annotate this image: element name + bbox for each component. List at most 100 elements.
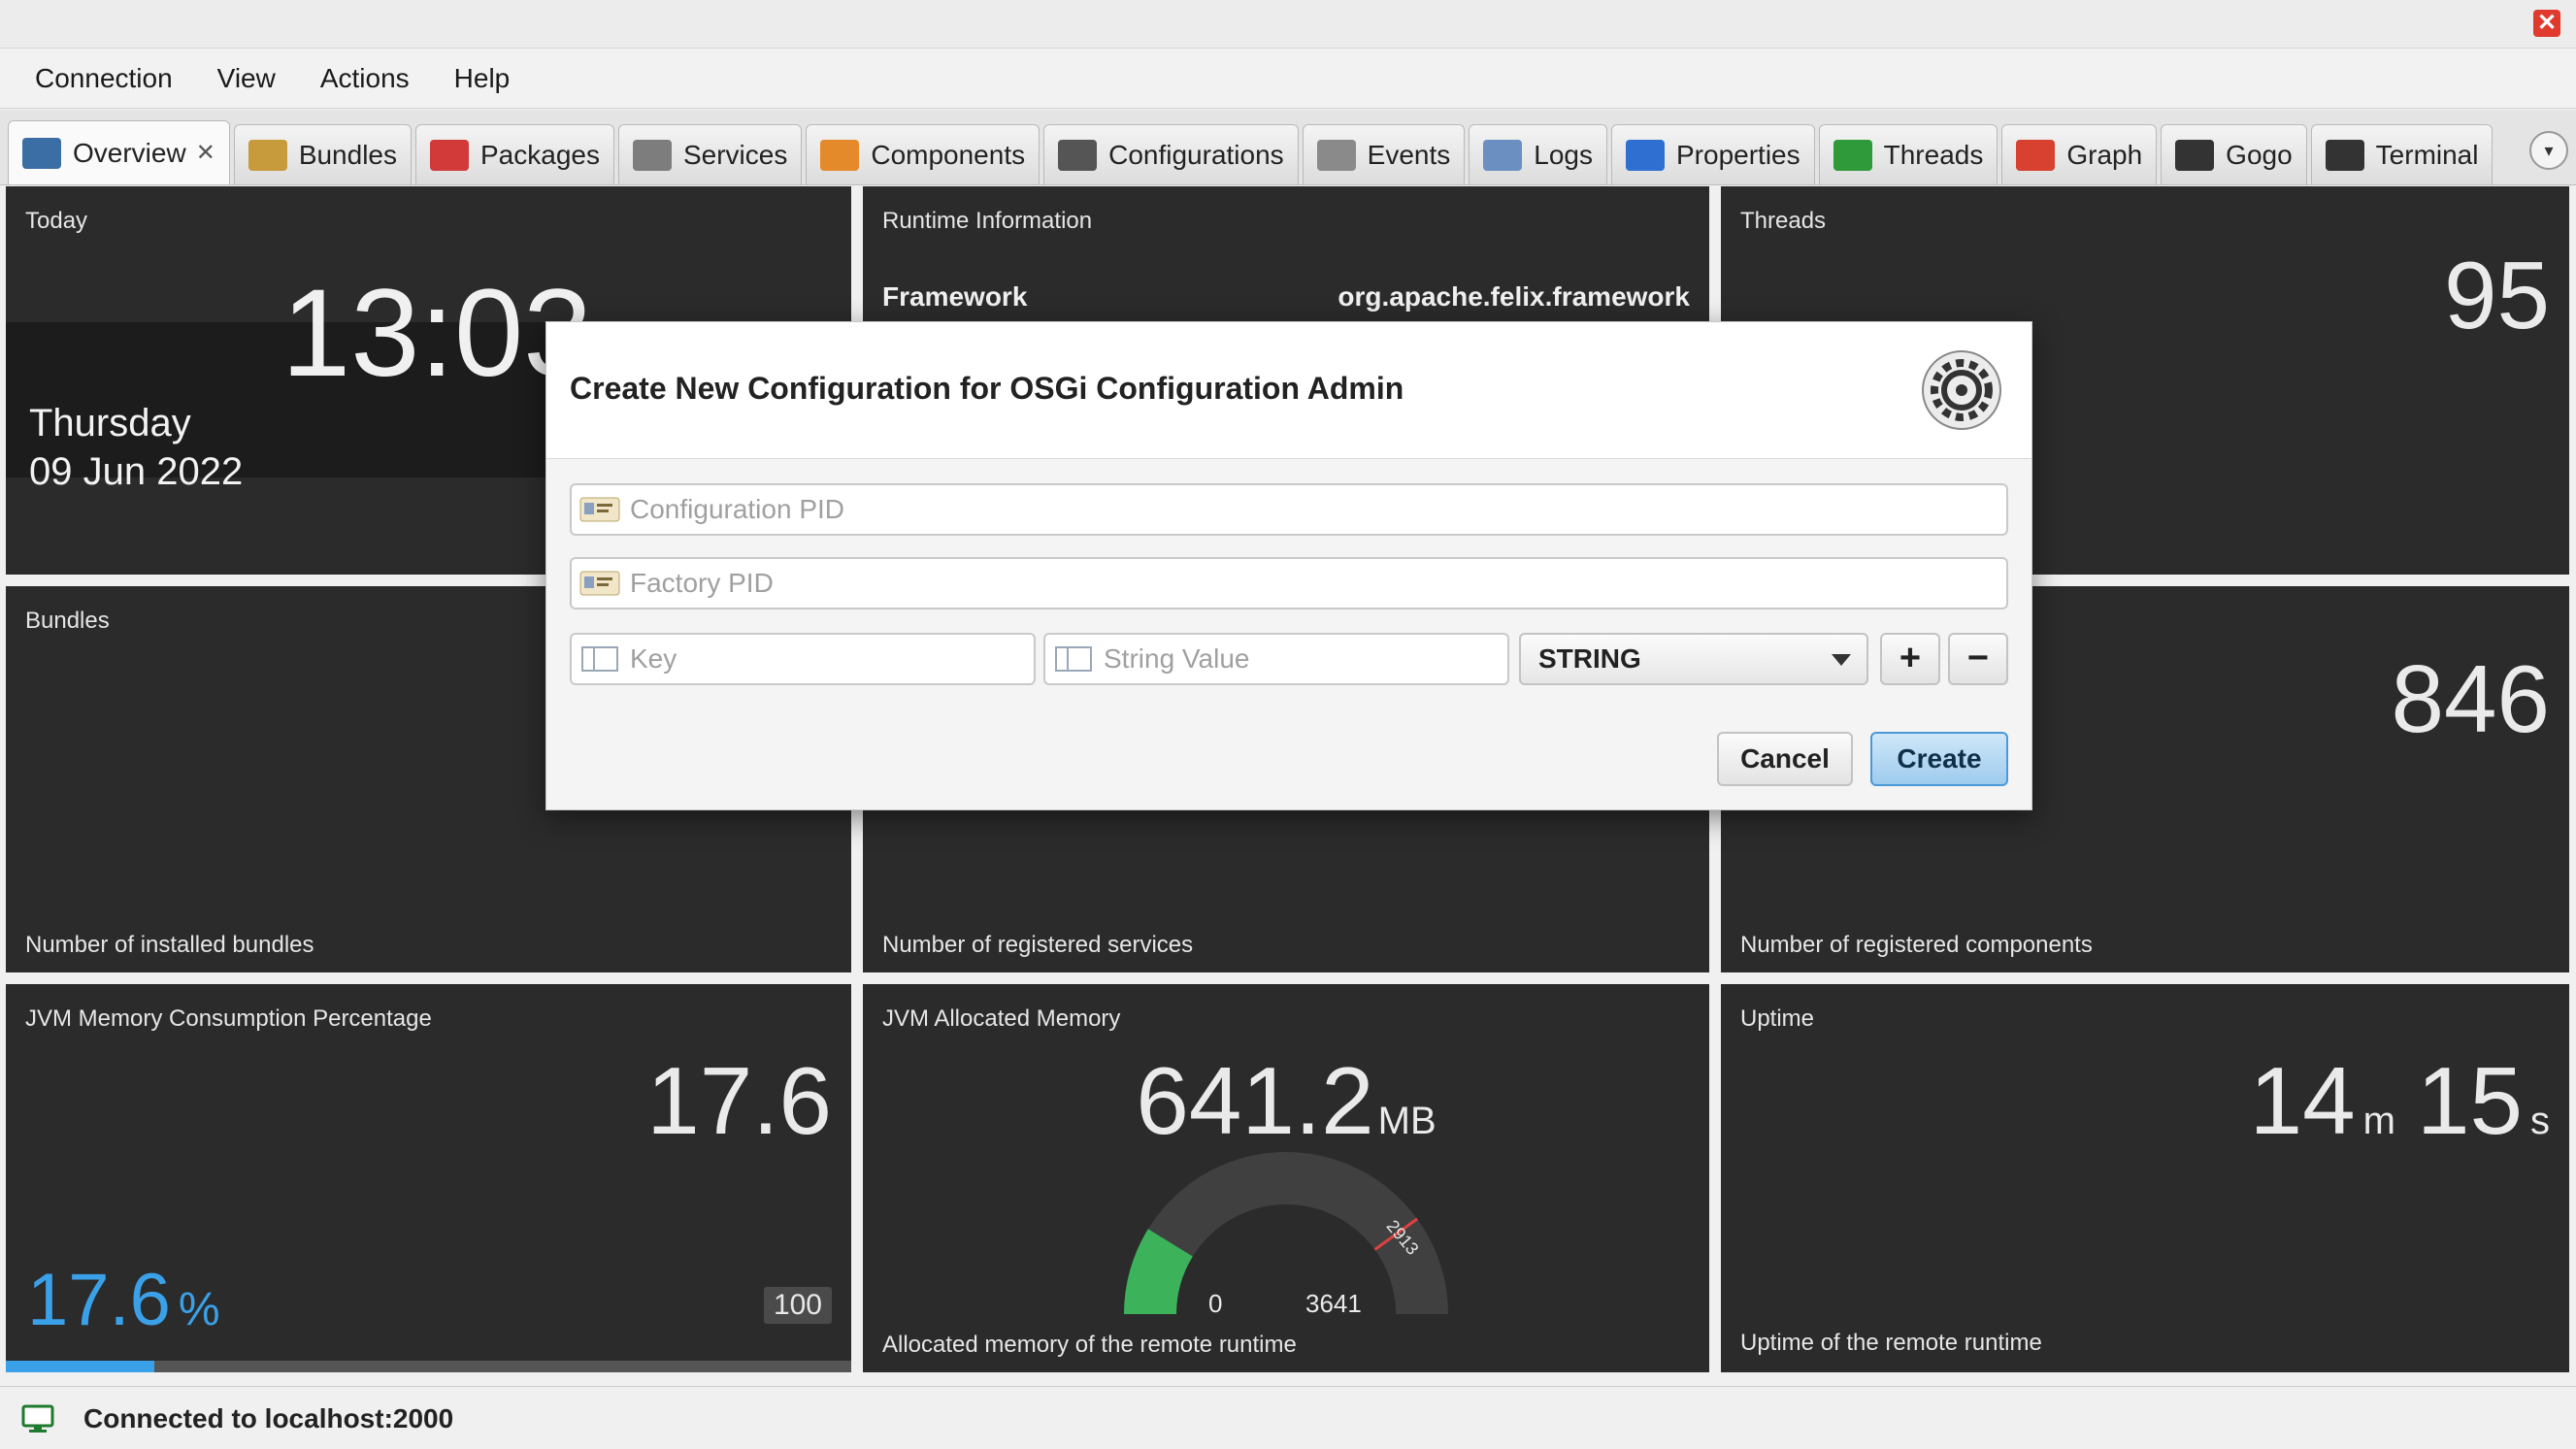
jvm-percentage-value: 17.6 <box>646 1047 832 1154</box>
gear-icon <box>1922 350 2001 430</box>
tab-graph[interactable]: Graph <box>2001 124 2158 184</box>
runtime-key: Framework <box>882 281 1028 312</box>
tile-jvm-memory-percentage: JVM Memory Consumption Percentage 17.6 1… <box>6 984 851 1372</box>
table-icon <box>1055 646 1092 672</box>
configuration-pid-field[interactable] <box>570 483 2008 536</box>
menu-connection[interactable]: Connection <box>35 63 173 94</box>
dialog-header: Create New Configuration for OSGi Config… <box>546 322 2031 459</box>
tab-configurations[interactable]: Configurations <box>1043 124 1299 184</box>
tab-overview[interactable]: Overview ✕ <box>8 120 230 184</box>
tab-label: Configurations <box>1108 139 1284 170</box>
factory-pid-field[interactable] <box>570 557 2008 609</box>
tab-label: Properties <box>1676 139 1800 170</box>
status-bar: Connected to localhost:2000 <box>0 1386 2576 1449</box>
box-icon <box>248 139 287 171</box>
server-icon <box>632 139 672 171</box>
jvm-percentage-bar-track <box>6 1361 851 1372</box>
uptime-seconds: 15 <box>2416 1047 2523 1154</box>
window-titlebar: ✕ <box>0 0 2576 49</box>
jvm-percentage-small: 17.6% <box>27 1258 220 1342</box>
tab-components[interactable]: Components <box>806 124 1040 184</box>
tab-gogo[interactable]: Gogo <box>2161 124 2307 184</box>
cancel-button[interactable]: Cancel <box>1717 732 1853 786</box>
window-close-button[interactable]: ✕ <box>2533 10 2560 37</box>
gauge-icon <box>22 137 61 169</box>
create-button[interactable]: Create <box>1870 732 2008 786</box>
tile-uptime: Uptime 14 m 15 s Uptime of the remote runti… <box>1721 984 2569 1372</box>
configuration-pid-input[interactable] <box>628 493 2006 526</box>
tab-events[interactable]: Events <box>1302 124 1466 184</box>
jvm-allocated-readout: 641.2 MB <box>863 1046 1709 1156</box>
factory-pid-input[interactable] <box>628 567 2006 600</box>
tile-description: Uptime of the remote runtime <box>1740 1330 2042 1356</box>
menu-help[interactable]: Help <box>454 63 511 94</box>
tab-overflow-button[interactable]: ▾ <box>2529 131 2568 170</box>
tile-title: JVM Allocated Memory <box>882 1005 1121 1032</box>
jvm-percentage-bar-fill <box>6 1361 155 1372</box>
dialog-title: Create New Configuration for OSGi Config… <box>570 371 1404 406</box>
table-icon <box>581 646 618 672</box>
properties-icon <box>1626 139 1665 171</box>
package-icon <box>430 139 469 171</box>
key-input[interactable] <box>628 642 1034 675</box>
tile-jvm-allocated-memory: JVM Allocated Memory 641.2 MB 2913 0 3641… <box>863 984 1709 1372</box>
menu-actions[interactable]: Actions <box>320 63 410 94</box>
id-card-icon <box>579 571 620 596</box>
date-text: 09 Jun 2022 <box>29 450 244 493</box>
tab-close-icon[interactable]: ✕ <box>196 139 215 167</box>
tile-title: Bundles <box>25 608 110 634</box>
tile-description: Number of installed bundles <box>25 932 314 958</box>
string-value-input[interactable] <box>1102 642 1507 675</box>
uptime-readout: 14 m 15 s <box>2250 1046 2550 1156</box>
tab-label: Packages <box>480 139 600 170</box>
tab-label: Components <box>871 139 1026 170</box>
uptime-seconds-unit: s <box>2530 1100 2550 1142</box>
components-value: 846 <box>2391 645 2550 752</box>
tab-label: Logs <box>1534 139 1593 170</box>
uptime-minutes-unit: m <box>2362 1100 2395 1142</box>
tab-terminal[interactable]: Terminal <box>2310 124 2493 184</box>
tab-label: Gogo <box>2226 139 2293 170</box>
tile-description: Number of registered components <box>1740 932 2093 958</box>
value-type-select[interactable]: STRING <box>1519 633 1868 685</box>
tile-title: Runtime Information <box>882 208 1093 234</box>
menu-view[interactable]: View <box>217 63 276 94</box>
monitor-icon <box>21 1404 54 1433</box>
tab-label: Bundles <box>298 139 397 170</box>
gauge-max-label: 3641 <box>1305 1289 1362 1318</box>
tab-properties[interactable]: Properties <box>1611 124 1815 184</box>
jvm-percentage-unit: % <box>178 1284 220 1335</box>
jvm-allocated-value: 641.2 <box>1136 1047 1374 1154</box>
tab-label: Services <box>682 139 788 170</box>
gear-icon <box>1058 139 1098 171</box>
tab-threads[interactable]: Threads <box>1818 124 1998 184</box>
tile-description: Number of registered services <box>882 932 1194 958</box>
runtime-value: org.apache.felix.framework <box>1338 281 1690 312</box>
tab-services[interactable]: Services <box>617 124 803 184</box>
jvm-percentage-number: 17.6 <box>27 1259 171 1341</box>
tab-label: Threads <box>1883 139 1984 170</box>
jvm-percentage-max-badge: 100 <box>763 1287 832 1324</box>
tab-packages[interactable]: Packages <box>415 124 614 184</box>
remove-property-button[interactable]: − <box>1948 633 2008 685</box>
tile-description: Allocated memory of the remote runtime <box>882 1332 1297 1358</box>
uptime-minutes: 14 <box>2249 1047 2356 1154</box>
tab-logs[interactable]: Logs <box>1469 124 1607 184</box>
value-type-selected: STRING <box>1538 643 1641 674</box>
components-icon <box>820 139 860 171</box>
day-text: Thursday <box>29 402 191 445</box>
threads-icon <box>1833 139 1872 171</box>
tab-label: Graph <box>2066 139 2143 170</box>
graph-icon <box>2016 139 2056 171</box>
connection-status-text: Connected to localhost:2000 <box>83 1403 454 1433</box>
key-field[interactable] <box>570 633 1036 685</box>
logs-icon <box>1483 139 1523 171</box>
tab-label: Events <box>1367 139 1451 170</box>
tab-bundles[interactable]: Bundles <box>233 124 412 184</box>
create-configuration-dialog: Create New Configuration for OSGi Config… <box>545 321 2032 810</box>
string-value-field[interactable] <box>1043 633 1509 685</box>
terminal-icon <box>2325 139 2364 171</box>
threads-value: 95 <box>2443 242 2550 348</box>
add-property-button[interactable]: + <box>1880 633 1940 685</box>
memory-gauge: 2913 <box>1124 1152 1448 1315</box>
